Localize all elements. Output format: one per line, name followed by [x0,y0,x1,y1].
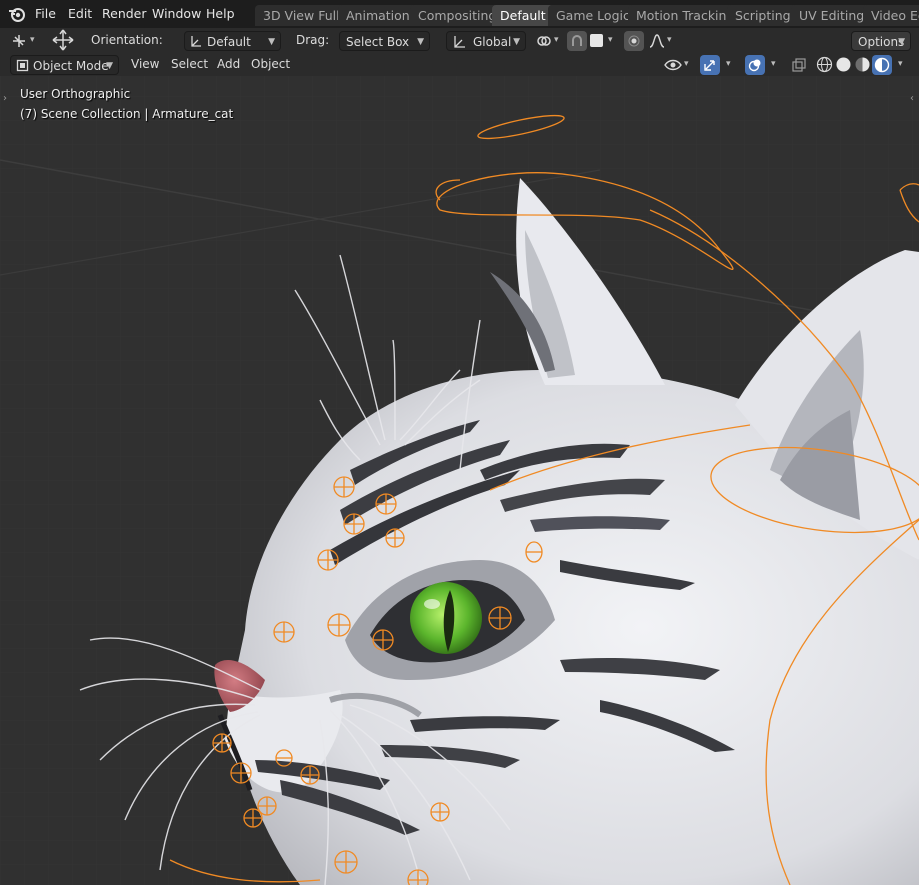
tab-video-edit[interactable]: Video Edit [863,5,919,26]
link-icon[interactable] [535,32,553,50]
collection-info-label: (7) Scene Collection | Armature_cat [20,107,234,121]
orientation-label: Orientation: [91,33,163,47]
view-name-label: User Orthographic [20,87,131,101]
orientation-value: Default [207,35,251,49]
chevron-down-icon[interactable]: ▾ [667,35,672,45]
orientation-axes-icon [191,36,201,47]
shading-solid-icon[interactable] [835,56,852,73]
tab-3d-view-full[interactable]: 3D View Full [255,5,348,26]
chevron-down-icon[interactable]: ▾ [554,35,559,45]
tab-scripting[interactable]: Scripting [727,5,799,26]
tab-compositing[interactable]: Compositing [410,5,505,26]
mode-value: Object Mode [33,59,109,73]
menu-help[interactable]: Help [206,6,235,21]
snap-toggle-button[interactable] [567,31,587,51]
menu-file[interactable]: File [35,6,56,21]
proportional-edit-icon [628,35,640,47]
viewport-header: Object Mode ▼ View Select Add Object ▾ ▾… [0,54,919,76]
falloff-curve-icon[interactable] [648,32,666,50]
gizmo-icon [704,60,715,71]
menu-edit[interactable]: Edit [68,6,92,21]
chevron-down-icon[interactable]: ▾ [684,59,689,69]
object-mode-icon [16,59,29,72]
options-dropdown[interactable]: Options ▼ [851,31,911,51]
visibility-eye-icon[interactable] [664,57,682,73]
menu-render[interactable]: Render [102,6,147,21]
tab-motion-tracking[interactable]: Motion Tracking [628,5,743,26]
tab-animation[interactable]: Animation [338,5,418,26]
gizmo-toggle-button[interactable] [700,55,720,75]
menu-object[interactable]: Object [251,57,290,71]
move-gizmo-icon[interactable] [52,29,74,51]
top-bar: File Edit Render Window Help 3D View Ful… [0,0,919,28]
drag-label: Drag: [296,33,330,47]
tab-default[interactable]: Default [492,5,554,26]
overlay-toggle-button[interactable] [745,55,765,75]
proportional-edit-button[interactable] [624,31,644,51]
shading-material-icon[interactable] [854,56,871,73]
global-axes-icon [454,36,465,48]
tab-uv-editing[interactable]: UV Editing [791,5,873,26]
menu-window[interactable]: Window [152,6,201,21]
mode-dropdown[interactable]: Object Mode ▼ [10,55,119,75]
menu-view[interactable]: View [131,57,159,71]
toolbar-expand-arrow-icon[interactable]: › [3,93,7,104]
chevron-down-icon[interactable]: ▾ [898,59,903,69]
snap-element-icon[interactable] [590,34,603,47]
xray-icon[interactable] [791,57,807,73]
orientation-dropdown[interactable]: Default ▼ [184,31,281,51]
transform-orientation-value: Global [473,35,512,49]
chevron-down-icon[interactable]: ▾ [726,59,731,69]
chevron-down-icon[interactable]: ▾ [608,35,613,45]
shading-rendered-icon [874,57,890,73]
chevron-down-icon[interactable]: ▾ [30,35,35,45]
shading-rendered-button[interactable] [872,55,892,75]
menu-add[interactable]: Add [217,57,240,71]
menu-select[interactable]: Select [171,57,208,71]
sidebar-expand-arrow-icon[interactable]: ‹ [910,93,914,104]
tool-settings-bar: ▾ Orientation: Default ▼ Drag: Select Bo… [0,28,919,55]
3d-viewport[interactable]: › ‹ User Orthographic (7) Scene Collecti… [0,76,919,885]
transform-orientation-dropdown[interactable]: Global ▼ [446,31,526,51]
shading-wireframe-icon[interactable] [816,56,833,73]
drag-dropdown[interactable]: Select Box ▼ [339,31,430,51]
drag-value: Select Box [346,35,410,49]
snap-icon [572,35,582,46]
scene-render [0,76,919,885]
transform-pivot-icon[interactable] [10,32,28,50]
overlay-icon [748,59,761,72]
blender-logo-icon[interactable] [8,5,26,23]
tab-game-logic[interactable]: Game Logic [548,5,638,26]
chevron-down-icon[interactable]: ▾ [771,59,776,69]
